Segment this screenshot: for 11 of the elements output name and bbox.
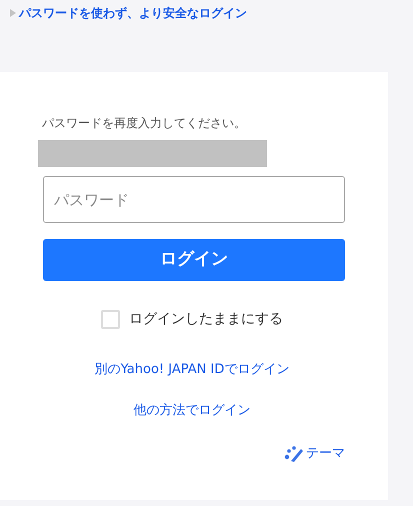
login-option-link[interactable]: 別のYahoo! JAPAN IDでログイン xyxy=(94,360,294,380)
theme-link[interactable]: テーマ xyxy=(306,444,345,464)
password-field[interactable]: パスワード xyxy=(43,176,345,223)
triangle-icon xyxy=(10,9,16,17)
palette-icon xyxy=(284,444,304,463)
prompt-text: パスワードを再度入力してください。 xyxy=(42,115,247,132)
keep-logged-in-checkbox[interactable] xyxy=(101,310,120,329)
login-button[interactable]: ログイン xyxy=(43,239,345,281)
login-option-link[interactable]: 他の方法でログイン xyxy=(134,400,254,420)
keep-logged-in-label: ログインしたままにする xyxy=(129,310,283,329)
passwordless-login-link[interactable]: パスワードを使わず、より安全なログイン xyxy=(19,4,247,22)
